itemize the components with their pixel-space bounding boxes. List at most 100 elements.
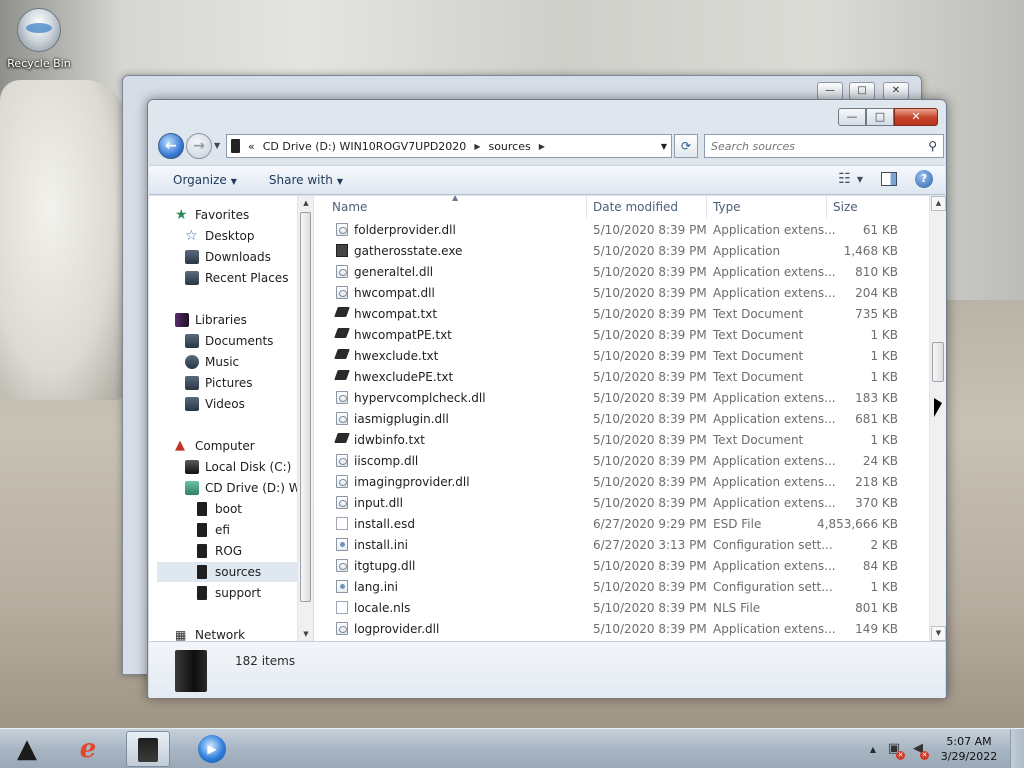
scroll-up-arrow-icon[interactable]: ▲: [931, 196, 946, 211]
file-row[interactable]: hypervcomplcheck.dll 5/10/2020 8:39 PM App…: [314, 388, 926, 409]
search-box[interactable]: ⚲: [704, 134, 944, 158]
change-view-icon[interactable]: ☷: [838, 171, 851, 187]
column-header-date-modified[interactable]: Date modified: [593, 200, 678, 214]
file-row[interactable]: imagingprovider.dll 5/10/2020 8:39 PM Appl…: [314, 472, 926, 493]
search-icon[interactable]: ⚲: [928, 139, 937, 153]
file-date-modified: 5/10/2020 8:39 PM: [593, 412, 707, 426]
nav-desktop[interactable]: ☆ Desktop: [185, 226, 255, 246]
close-button[interactable]: ✕: [894, 108, 938, 126]
recent-pages-dropdown-icon[interactable]: ▼: [214, 141, 220, 150]
file-row[interactable]: locale.nls 5/10/2020 8:39 PM NLS File 801 K…: [314, 598, 926, 619]
address-bar[interactable]: « CD Drive (D:) WIN10ROGV7UPD2020 ▶ sour…: [226, 134, 672, 158]
internet-explorer-icon[interactable]: e: [66, 731, 110, 767]
windows-explorer-taskbar-button[interactable]: [126, 731, 170, 767]
address-overflow-chevron[interactable]: «: [248, 140, 255, 153]
file-row[interactable]: install.ini 6/27/2020 3:13 PM Configuratio…: [314, 535, 926, 556]
file-row[interactable]: iiscomp.dll 5/10/2020 8:39 PM Application …: [314, 451, 926, 472]
share-with-button[interactable]: Share with ▼: [261, 169, 351, 191]
breadcrumb-separator-icon[interactable]: ▶: [474, 142, 480, 151]
file-row[interactable]: install.esd 6/27/2020 9:29 PM ESD File 4,85…: [314, 514, 926, 535]
file-name: install.ini: [354, 538, 409, 552]
nav-pane-scroll-thumb[interactable]: [300, 212, 311, 602]
network-status-icon[interactable]: ▣ ✕: [886, 741, 905, 760]
scroll-up-arrow-icon[interactable]: ▲: [298, 196, 313, 210]
file-row[interactable]: generaltel.dll 5/10/2020 8:39 PM Applicati…: [314, 262, 926, 283]
file-list-scroll-thumb[interactable]: [932, 342, 944, 382]
volume-icon[interactable]: ◀ ✕: [910, 741, 929, 760]
file-row[interactable]: folderprovider.dll 5/10/2020 8:39 PM Appli…: [314, 220, 926, 241]
mouse-pointer-icon: [934, 398, 942, 417]
nav-local-disk[interactable]: Local Disk (C:): [185, 457, 291, 477]
nav-folder-boot[interactable]: boot: [195, 499, 242, 519]
view-options-dropdown-icon[interactable]: ▼: [857, 175, 863, 184]
nav-recent-places[interactable]: Recent Places: [185, 268, 288, 288]
nav-network[interactable]: ▦ Network: [175, 625, 245, 641]
file-row[interactable]: hwexcludePE.txt 5/10/2020 8:39 PM Text Doc…: [314, 367, 926, 388]
txt-icon: [334, 370, 350, 380]
file-list-scrollbar[interactable]: ▲ ▼: [929, 196, 946, 641]
file-type: Text Document: [713, 370, 804, 384]
recycle-bin-label: Recycle Bin: [7, 57, 71, 70]
file-row[interactable]: idwbinfo.txt 5/10/2020 8:39 PM Text Docume…: [314, 430, 926, 451]
videos-icon: [185, 397, 199, 411]
show-desktop-button[interactable]: [1010, 729, 1024, 768]
back-window-close-button[interactable]: ✕: [883, 82, 909, 100]
column-headers: ▲ Name Date modified Type Size: [314, 196, 926, 218]
file-date-modified: 5/10/2020 8:39 PM: [593, 244, 707, 258]
clock[interactable]: 5:07 AM 3/29/2022: [934, 734, 1004, 764]
column-header-size[interactable]: Size: [833, 200, 858, 214]
file-size: 61 KB: [862, 223, 898, 237]
file-row[interactable]: input.dll 5/10/2020 8:39 PM Application ex…: [314, 493, 926, 514]
file-row[interactable]: hwcompat.txt 5/10/2020 8:39 PM Text Docume…: [314, 304, 926, 325]
file-row[interactable]: hwcompatPE.txt 5/10/2020 8:39 PM Text Docu…: [314, 325, 926, 346]
file-name: lang.ini: [354, 580, 398, 594]
file-row[interactable]: itgtupg.dll 5/10/2020 8:39 PM Application …: [314, 556, 926, 577]
back-window-maximize-button[interactable]: □: [849, 82, 875, 100]
nav-documents[interactable]: Documents: [185, 331, 273, 351]
column-header-name[interactable]: Name: [332, 200, 367, 214]
nav-libraries[interactable]: Libraries: [175, 310, 247, 330]
nav-folder-sources[interactable]: sources: [157, 562, 297, 582]
folder-icon: [197, 523, 207, 537]
scroll-down-arrow-icon[interactable]: ▼: [298, 627, 313, 641]
nav-pane-scrollbar[interactable]: ▲ ▼: [297, 196, 313, 641]
address-history-dropdown-icon[interactable]: ▼: [661, 142, 667, 151]
breadcrumb-sources[interactable]: sources: [488, 140, 530, 153]
back-button[interactable]: ←: [158, 133, 184, 159]
nav-folder-support[interactable]: support: [195, 583, 261, 603]
organize-button[interactable]: Organize ▼: [165, 169, 245, 191]
file-row[interactable]: hwexclude.txt 5/10/2020 8:39 PM Text Docum…: [314, 346, 926, 367]
nav-pictures[interactable]: Pictures: [185, 373, 253, 393]
breadcrumb-cd-drive[interactable]: CD Drive (D:) WIN10ROGV7UPD2020: [263, 140, 467, 153]
search-input[interactable]: [711, 139, 929, 153]
recycle-bin-shortcut[interactable]: Recycle Bin: [4, 6, 74, 70]
show-hidden-icons-icon[interactable]: ▲: [870, 745, 876, 754]
nav-favorites[interactable]: ★ Favorites: [175, 205, 249, 225]
file-row[interactable]: gatherosstate.exe 5/10/2020 8:39 PM Applic…: [314, 241, 926, 262]
nav-cd-drive[interactable]: CD Drive (D:) WIN: [185, 478, 313, 498]
nav-videos[interactable]: Videos: [185, 394, 245, 414]
column-header-type[interactable]: Type: [713, 200, 741, 214]
nav-downloads[interactable]: Downloads: [185, 247, 271, 267]
file-row[interactable]: iasmigplugin.dll 5/10/2020 8:39 PM Applica…: [314, 409, 926, 430]
nav-computer[interactable]: ▲ Computer: [175, 436, 255, 456]
minimize-button[interactable]: —: [838, 108, 866, 126]
file-row[interactable]: hwcompat.dll 5/10/2020 8:39 PM Application…: [314, 283, 926, 304]
nav-folder-efi[interactable]: efi: [195, 520, 230, 540]
refresh-button[interactable]: ⟳: [674, 134, 698, 158]
scroll-down-arrow-icon[interactable]: ▼: [931, 626, 946, 641]
nav-folder-rog[interactable]: ROG: [195, 541, 242, 561]
preview-pane-icon[interactable]: [881, 172, 897, 186]
help-icon[interactable]: ?: [915, 170, 933, 188]
dll-icon: [336, 265, 348, 278]
chevron-down-icon: ▼: [230, 177, 237, 186]
media-player-icon[interactable]: ▶: [190, 731, 234, 767]
start-button[interactable]: ▲: [8, 731, 46, 767]
breadcrumb-separator-icon[interactable]: ▶: [539, 142, 545, 151]
forward-button[interactable]: →: [186, 133, 212, 159]
nav-music[interactable]: Music: [185, 352, 239, 372]
back-window-minimize-button[interactable]: —: [817, 82, 843, 100]
maximize-button[interactable]: □: [866, 108, 894, 126]
file-row[interactable]: logprovider.dll 5/10/2020 8:39 PM Applicat…: [314, 619, 926, 640]
file-row[interactable]: lang.ini 5/10/2020 8:39 PM Configuration s…: [314, 577, 926, 598]
